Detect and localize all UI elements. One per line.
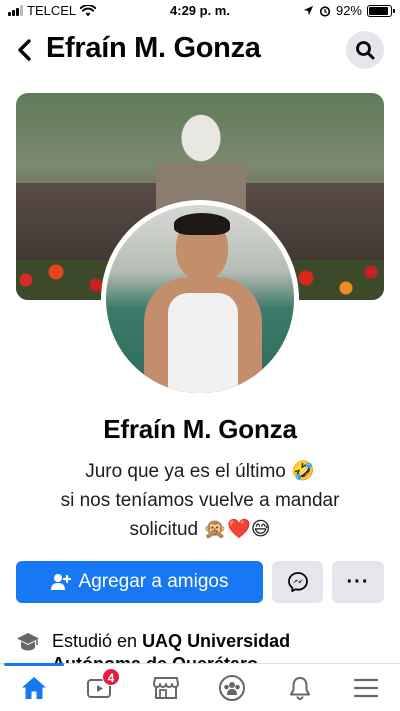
- back-button[interactable]: [10, 34, 38, 66]
- tab-watch[interactable]: 4: [80, 668, 120, 706]
- alarm-icon: [319, 5, 331, 17]
- marketplace-icon: [153, 677, 179, 699]
- battery-icon: [367, 4, 395, 17]
- avatar-hair: [174, 213, 230, 235]
- bio-line: Juro que ya es el último 🤣: [85, 461, 315, 482]
- tab-menu[interactable]: [346, 670, 386, 706]
- tab-marketplace[interactable]: [146, 670, 186, 706]
- profile-bio: Juro que ya es el último 🤣 si nos teníam…: [30, 457, 370, 544]
- home-icon: [22, 677, 46, 699]
- bio-line: si nos teníamos vuelve a mandar: [60, 490, 340, 511]
- education-prefix: Estudió en: [52, 631, 143, 651]
- messenger-icon: [287, 572, 308, 592]
- groups-icon: [219, 675, 245, 701]
- status-right: 92%: [303, 3, 395, 18]
- location-arrow-icon: [303, 5, 314, 16]
- watch-badge: 4: [102, 668, 120, 686]
- battery-percent: 92%: [335, 3, 362, 18]
- tab-groups[interactable]: [212, 670, 252, 706]
- message-button[interactable]: [272, 561, 323, 603]
- add-friend-label: Agregar a amigos: [78, 571, 229, 592]
- bottom-tab-bar: 4: [0, 663, 400, 711]
- profile-picture-image: [106, 205, 294, 393]
- profile-name: Efraín M. Gonza: [103, 414, 297, 444]
- status-bar: TELCEL 4:29 p. m. 92%: [0, 0, 400, 22]
- tab-notifications[interactable]: [280, 670, 320, 706]
- header-title: Efraín M. Gonza: [46, 32, 261, 64]
- notifications-icon: [290, 677, 310, 701]
- profile-picture[interactable]: [101, 200, 299, 398]
- profile-header: Efraín M. Gonza: [0, 26, 400, 76]
- chevron-left-icon: [18, 39, 31, 61]
- active-tab-indicator: [4, 663, 64, 666]
- add-friend-icon: [50, 574, 71, 590]
- bio-line: solicitud 🙊❤️😅: [129, 519, 271, 540]
- add-friend-button[interactable]: Agregar a amigos: [16, 561, 263, 603]
- more-options-button[interactable]: ···: [332, 561, 384, 603]
- education-info[interactable]: Estudió en UAQ Universidad Autónoma de Q…: [16, 628, 384, 668]
- avatar-shirt: [168, 293, 238, 393]
- graduation-cap-icon: [17, 633, 39, 651]
- menu-icon: [353, 678, 379, 698]
- search-button[interactable]: [346, 31, 384, 69]
- tab-home[interactable]: [14, 670, 54, 706]
- search-icon: [356, 41, 375, 60]
